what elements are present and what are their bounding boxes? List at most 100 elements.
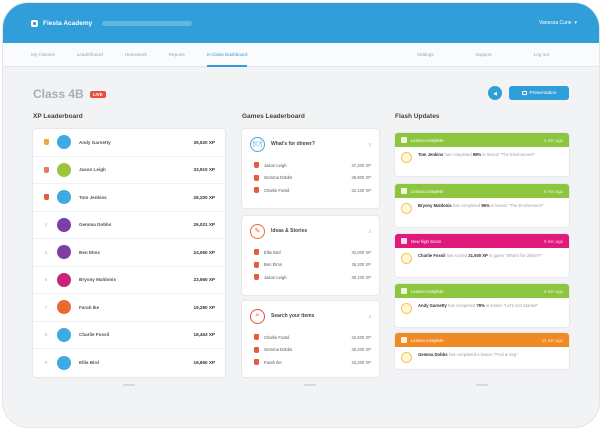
player-name: Charlie Fossil bbox=[264, 187, 290, 193]
game-icon: ⌕ bbox=[250, 308, 265, 324]
flash-card[interactable]: Lesson complete 2 min ago Tom Jenkins has … bbox=[395, 133, 569, 176]
avatar bbox=[57, 355, 71, 370]
avatar bbox=[401, 352, 412, 363]
flash-card[interactable]: New high Score 8 min ago Charlie Fossil ha… bbox=[395, 234, 569, 277]
game-name: Search your items bbox=[271, 313, 315, 319]
flash-text: Tom Jenkins has completed 98% in lesson … bbox=[418, 152, 535, 158]
search-bar[interactable] bbox=[102, 20, 193, 26]
table-row[interactable]: 9 Ellie Bird 16,660 XP bbox=[33, 349, 225, 377]
table-row[interactable]: 8 Charlie Fossil 18,463 XP bbox=[33, 322, 225, 349]
presentation-button-label: Presentation bbox=[529, 90, 557, 96]
flash-label: Lesson complete bbox=[411, 288, 444, 294]
player-score: 32,100 XP bbox=[351, 187, 371, 193]
flash-text: Andy Garnetty has completed 79% in lesso… bbox=[418, 303, 538, 309]
game-card: ✎ Ideas & Stories 3 Ellie Bird 42,000 XP Ben … bbox=[242, 216, 379, 295]
avatar bbox=[57, 135, 71, 150]
flash-text: Charlie Fossil has scored 31,500 XP in g… bbox=[418, 253, 542, 259]
game-header[interactable]: ⌕ Search your items 3 bbox=[250, 307, 371, 325]
class-name: Class 4B bbox=[33, 87, 84, 101]
flash-time: 5 min ago bbox=[544, 188, 563, 194]
student-name: Gemma Dobbs bbox=[79, 222, 112, 228]
player-name: Farah Ike bbox=[264, 359, 282, 365]
flash-post: in lesson "Let's Get Started" bbox=[486, 303, 538, 308]
rank-cell bbox=[39, 194, 53, 201]
avatar bbox=[57, 245, 71, 260]
table-row[interactable]: 6 Bryony Maldonis 23,560 XP bbox=[33, 267, 225, 294]
flash-header: New high Score 8 min ago bbox=[395, 234, 569, 248]
rank-number: 6 bbox=[44, 277, 48, 283]
flash-time: 9 min ago bbox=[544, 288, 563, 294]
nav-item-leaderboard[interactable]: Leaderboard bbox=[77, 43, 103, 67]
flash-student: Tom Jenkins bbox=[418, 152, 444, 157]
update-icon bbox=[401, 337, 407, 343]
flash-value: 79% bbox=[476, 303, 485, 308]
flash-student: Charlie Fossil bbox=[418, 253, 446, 258]
nav-item-support[interactable]: Support bbox=[476, 43, 492, 67]
list-item[interactable]: Ellie Bird 42,000 XP bbox=[250, 246, 371, 259]
table-row[interactable]: Tom Jenkins 28,200 XP bbox=[33, 184, 225, 212]
flash-more[interactable] bbox=[476, 384, 488, 386]
list-item[interactable]: Charlie Fossil 32,100 XP bbox=[250, 184, 371, 197]
student-name: Andy Garnetty bbox=[79, 139, 111, 145]
flash-pre: has completed bbox=[444, 152, 472, 157]
player-score: 47,200 XP bbox=[351, 162, 371, 168]
flash-header: Lesson complete 2 min ago bbox=[395, 133, 569, 147]
table-row[interactable]: Jason Leigh 33,910 XP bbox=[33, 157, 225, 184]
list-item[interactable]: Jason Leigh 30,100 XP bbox=[250, 271, 371, 284]
xp-value: 39,520 XP bbox=[193, 139, 215, 145]
player-name: Gemma Dobbs bbox=[264, 347, 293, 353]
nav-item-my-classes[interactable]: My Classes bbox=[31, 43, 55, 67]
game-icon: 🍽 bbox=[250, 136, 265, 152]
flash-pre: has completed bbox=[448, 303, 476, 308]
player-score: 36,900 XP bbox=[351, 175, 371, 181]
brand[interactable]: Fiesta Academy bbox=[31, 19, 92, 27]
table-row[interactable]: Andy Garnetty 39,520 XP bbox=[33, 129, 225, 157]
xp-value: 16,660 XP bbox=[193, 360, 215, 366]
page-title: Class 4B LIVE bbox=[33, 87, 106, 101]
flash-body: Andy Garnetty has completed 79% in lesso… bbox=[395, 298, 569, 319]
xp-value: 24,060 XP bbox=[193, 249, 215, 255]
nav-item-logout[interactable]: Log out bbox=[534, 43, 549, 67]
presentation-button[interactable]: Presentation bbox=[509, 86, 569, 100]
xp-value: 18,463 XP bbox=[193, 332, 215, 338]
flash-student: Gemma Dobbs bbox=[418, 352, 448, 357]
xp-more[interactable] bbox=[123, 384, 135, 386]
nav-item-reports[interactable]: Reports bbox=[169, 43, 185, 67]
table-row[interactable]: 7 Farah Ike 19,280 XP bbox=[33, 294, 225, 322]
flash-label: Lesson complete bbox=[411, 337, 444, 343]
flash-text: Gemma Dobbs has completed a lesson "Frui… bbox=[418, 352, 518, 358]
games-more[interactable] bbox=[304, 384, 316, 386]
rank-cell: 5 bbox=[39, 250, 53, 255]
trophy-icon bbox=[254, 249, 259, 256]
live-badge: LIVE bbox=[89, 90, 106, 98]
avatar bbox=[57, 300, 71, 315]
flash-value: 96% bbox=[481, 203, 490, 208]
flash-card[interactable]: Lesson complete 12 min ago Gemma Dobbs has… bbox=[395, 333, 569, 369]
list-item[interactable]: Farah Ike 33,200 XP bbox=[250, 356, 371, 369]
nav-item-settings[interactable]: Settings bbox=[417, 43, 434, 67]
flash-card[interactable]: Lesson complete 5 min ago Bryony Maldonis … bbox=[395, 184, 569, 227]
nav-bar: My Classes Leaderboard Homework Reports … bbox=[3, 43, 599, 67]
table-row[interactable]: 4 Gemma Dobbs 26,021 XP bbox=[33, 212, 225, 239]
flash-card[interactable]: Lesson complete 9 min ago Andy Garnetty ha… bbox=[395, 284, 569, 327]
game-count: 3 bbox=[368, 228, 371, 234]
avatar bbox=[57, 217, 71, 232]
student-name: Ellie Bird bbox=[79, 360, 99, 366]
nav-item-in-class-dashboard[interactable]: In-Class Dashboard bbox=[206, 43, 247, 67]
game-header[interactable]: 🍽 What's for dinner? 3 bbox=[250, 135, 371, 153]
flash-label: New high Score bbox=[411, 238, 442, 244]
top-bar: Fiesta Academy Vanessa Curie ▾ bbox=[3, 3, 599, 43]
list-item[interactable]: Gemma Dobbs 40,200 XP bbox=[250, 344, 371, 357]
game-header[interactable]: ✎ Ideas & Stories 3 bbox=[250, 222, 371, 240]
back-button[interactable]: ◀ bbox=[488, 86, 502, 100]
game-icon: ✎ bbox=[250, 223, 265, 239]
list-item[interactable]: Gemma Dobbs 36,900 XP bbox=[250, 172, 371, 185]
user-menu[interactable]: Vanessa Curie ▾ bbox=[539, 20, 577, 26]
flash-body: Tom Jenkins has completed 98% in lesson … bbox=[395, 147, 569, 168]
list-item[interactable]: Ben Elms 36,200 XP bbox=[250, 259, 371, 272]
list-item[interactable]: Jason Leigh 47,200 XP bbox=[250, 159, 371, 172]
player-name: Jason Leigh bbox=[264, 162, 287, 168]
list-item[interactable]: Charlie Fossil 42,600 XP bbox=[250, 331, 371, 344]
table-row[interactable]: 5 Ben Elms 24,060 XP bbox=[33, 239, 225, 267]
nav-item-homework[interactable]: Homework bbox=[125, 43, 147, 67]
